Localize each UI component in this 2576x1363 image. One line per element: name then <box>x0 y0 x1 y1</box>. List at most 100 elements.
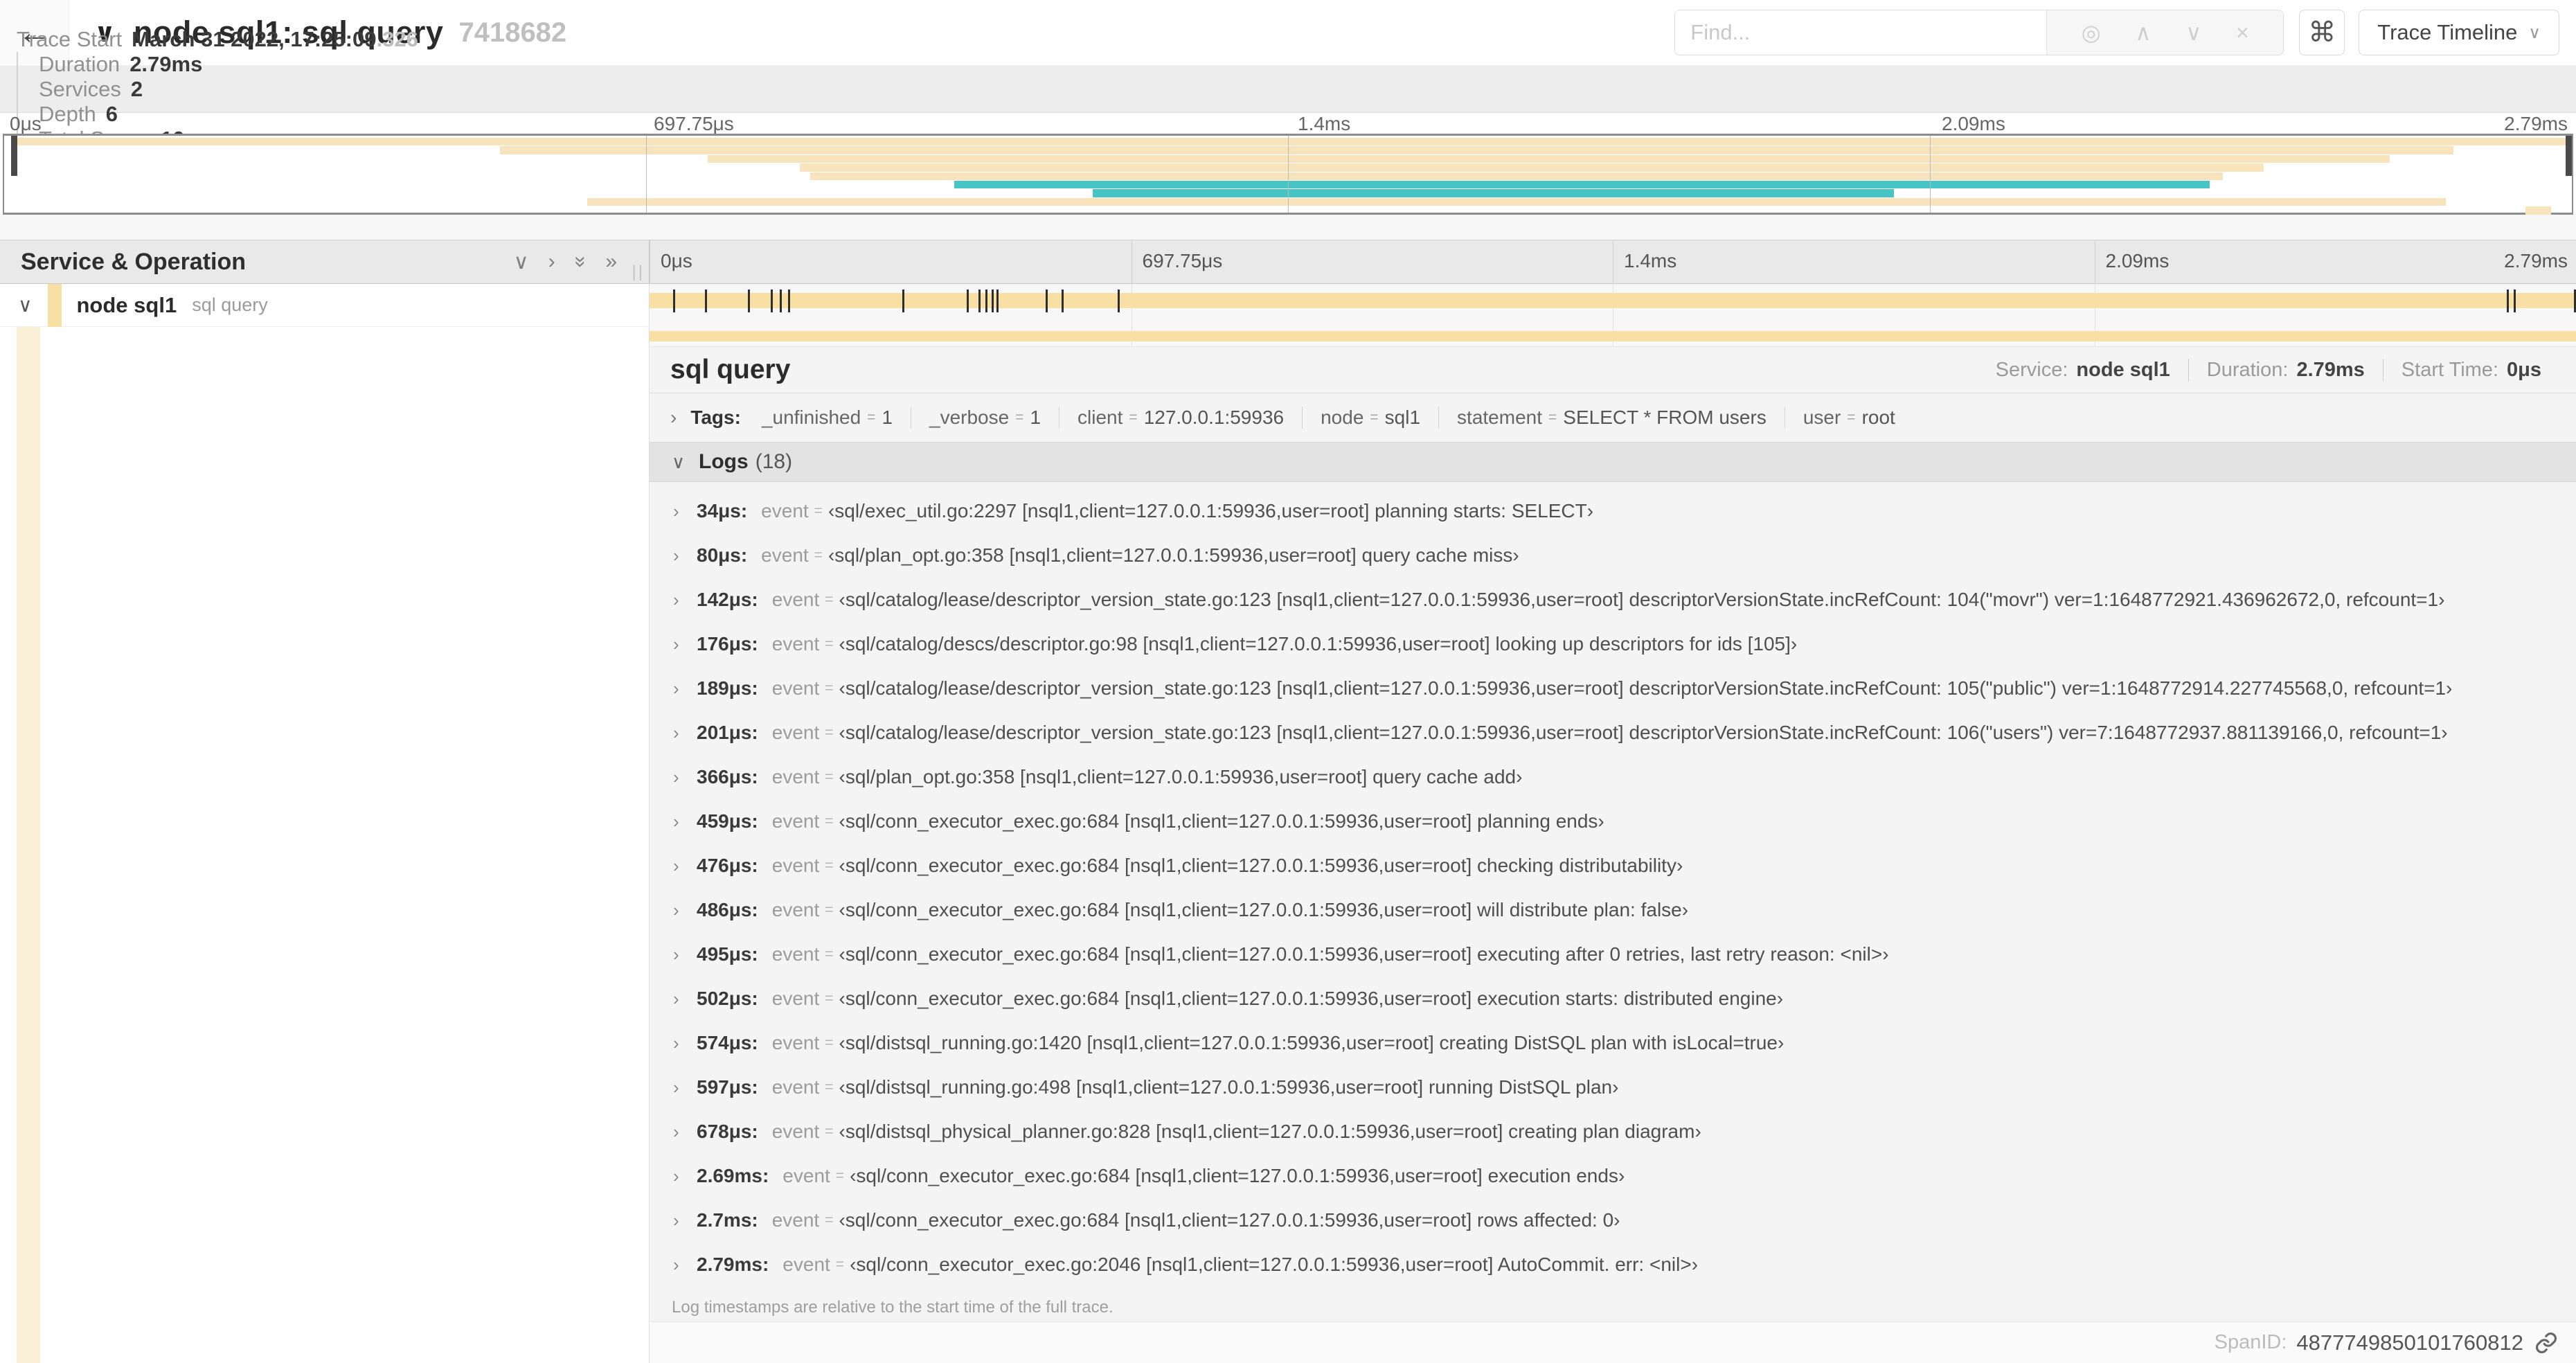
log-field-name: event <box>771 943 820 965</box>
log-expand-icon[interactable]: › <box>673 545 697 567</box>
expand-all-icon[interactable]: » <box>605 250 617 274</box>
log-row[interactable]: › 597μs: event = ‹sql/distsql_running.go… <box>650 1065 2576 1110</box>
logs-section-header[interactable]: ∨ Logs (18) <box>650 442 2576 482</box>
find-box: ◎ ∧ ∨ × <box>1674 10 2284 55</box>
span-bars-column: sql query Service: node sql1 Duration: 2… <box>650 284 2576 1363</box>
tags-label: Tags: <box>690 407 741 428</box>
log-equals: = <box>825 591 834 607</box>
span-collapse-icon[interactable]: ∨ <box>18 294 33 317</box>
log-row[interactable]: › 201μs: event = ‹sql/catalog/lease/desc… <box>650 711 2576 755</box>
collapse-all-icon[interactable]: » <box>569 256 592 268</box>
summary-value: 2.79ms <box>129 51 203 76</box>
span-row-track <box>650 284 2576 327</box>
log-expand-icon[interactable]: › <box>673 1166 697 1187</box>
column-resizer[interactable]: || <box>632 262 645 282</box>
log-field-name: event <box>771 1121 820 1142</box>
log-row[interactable]: › 2.7ms: event = ‹sql/conn_executor_exec… <box>650 1198 2576 1242</box>
collapse-one-icon[interactable]: ∨ <box>514 250 529 274</box>
tag-value: root <box>1861 407 1895 428</box>
log-expand-icon[interactable]: › <box>673 1077 697 1098</box>
tag-equals: = <box>867 409 876 425</box>
log-row[interactable]: › 502μs: event = ‹sql/conn_executor_exec… <box>650 977 2576 1021</box>
log-row[interactable]: › 486μs: event = ‹sql/conn_executor_exec… <box>650 888 2576 932</box>
log-equals: = <box>825 857 834 873</box>
log-row[interactable]: › 459μs: event = ‹sql/conn_executor_exec… <box>650 799 2576 844</box>
timeline-header-row: Service & Operation ∨ › » » || 0μs 697.7… <box>0 240 2576 284</box>
tag-equals: = <box>1015 409 1024 425</box>
minimap-tick-label: 2.79ms <box>2504 113 2568 134</box>
minimap-span-bar <box>587 197 2447 206</box>
meta-item: Service: node sql1 <box>1996 359 2188 382</box>
trace-minimap[interactable] <box>3 134 2573 215</box>
meta-value: node sql1 <box>2076 358 2170 381</box>
log-expand-icon[interactable]: › <box>673 1210 697 1231</box>
tags-expand-icon[interactable]: › <box>670 407 677 429</box>
minimap-right-handle[interactable] <box>2566 136 2572 176</box>
log-row[interactable]: › 34μs: event = ‹sql/exec_util.go:2297 [… <box>650 489 2576 533</box>
tag-item: node = sql1 <box>1302 407 1438 429</box>
log-row[interactable]: › 189μs: event = ‹sql/catalog/lease/desc… <box>650 666 2576 711</box>
minimap-span-bar <box>810 172 2223 180</box>
log-expand-icon[interactable]: › <box>673 634 697 655</box>
log-expand-icon[interactable]: › <box>673 944 697 965</box>
tag-item: _verbose = 1 <box>911 407 1059 429</box>
log-event-tick <box>704 289 707 312</box>
log-equals: = <box>825 769 834 785</box>
log-row[interactable]: › 2.79ms: event = ‹sql/conn_executor_exe… <box>650 1242 2576 1287</box>
span-service-name: node sql1 <box>76 292 177 317</box>
minimap-left-handle[interactable] <box>11 136 17 176</box>
tag-value: 1 <box>882 407 893 428</box>
minimap-tick-label: 2.09ms <box>1942 113 2005 134</box>
span-detail-header: sql query Service: node sql1 Duration: 2… <box>650 347 2576 393</box>
log-event-tick <box>2514 289 2516 312</box>
log-timestamp: 176μs: <box>697 633 758 654</box>
log-expand-icon[interactable]: › <box>673 501 697 522</box>
minimap-span-bar <box>1093 189 1895 197</box>
prev-match-icon[interactable]: ∧ <box>2135 19 2151 46</box>
keyboard-shortcuts-button[interactable]: ⌘ <box>2299 10 2345 55</box>
log-row[interactable]: › 142μs: event = ‹sql/catalog/lease/desc… <box>650 578 2576 622</box>
meta-value: 2.79ms <box>2296 358 2365 381</box>
selected-span-bar[interactable] <box>650 331 2576 341</box>
log-expand-icon[interactable]: › <box>673 1033 697 1054</box>
log-expand-icon[interactable]: › <box>673 678 697 700</box>
log-expand-icon[interactable]: › <box>673 811 697 832</box>
find-input[interactable] <box>1675 10 2047 55</box>
log-expand-icon[interactable]: › <box>673 722 697 744</box>
log-equals: = <box>825 680 834 696</box>
log-expand-icon[interactable]: › <box>673 589 697 611</box>
trace-view-selector[interactable]: Trace Timeline ∨ <box>2359 10 2559 55</box>
log-value: ‹sql/distsql_running.go:1420 [nsql1,clie… <box>839 1032 1785 1053</box>
log-expand-icon[interactable]: › <box>673 988 697 1010</box>
log-row[interactable]: › 574μs: event = ‹sql/distsql_running.go… <box>650 1021 2576 1065</box>
log-expand-icon[interactable]: › <box>673 1254 697 1276</box>
next-match-icon[interactable]: ∨ <box>2185 19 2201 46</box>
tags-section[interactable]: › Tags: _unfinished = 1 _verbose = 1 cli… <box>650 393 2576 442</box>
log-timestamp: 495μs: <box>697 943 758 965</box>
tag-key: client <box>1077 407 1123 428</box>
log-row[interactable]: › 678μs: event = ‹sql/distsql_physical_p… <box>650 1110 2576 1154</box>
log-row[interactable]: › 476μs: event = ‹sql/conn_executor_exec… <box>650 844 2576 888</box>
log-row[interactable]: › 495μs: event = ‹sql/conn_executor_exec… <box>650 932 2576 977</box>
log-row[interactable]: › 2.69ms: event = ‹sql/conn_executor_exe… <box>650 1154 2576 1198</box>
log-row[interactable]: › 80μs: event = ‹sql/plan_opt.go:358 [ns… <box>650 533 2576 578</box>
clear-search-icon[interactable]: × <box>2236 20 2249 46</box>
span-duration-bar[interactable] <box>650 293 2576 308</box>
log-field-name: event <box>771 1032 820 1053</box>
log-event-tick <box>2507 289 2510 312</box>
deep-link-icon[interactable] <box>2534 1331 2558 1355</box>
minimap-tick-label: 0μs <box>10 113 42 134</box>
log-row[interactable]: › 366μs: event = ‹sql/plan_opt.go:358 [n… <box>650 755 2576 799</box>
focus-match-icon[interactable]: ◎ <box>2082 19 2101 46</box>
log-value: ‹sql/catalog/lease/descriptor_version_st… <box>839 589 2445 610</box>
logs-collapse-icon[interactable]: ∨ <box>672 452 685 473</box>
log-expand-icon[interactable]: › <box>673 900 697 921</box>
timeline-ruler: 0μs 697.75μs 1.4ms 2.09ms 2.79ms <box>650 240 2576 283</box>
span-row-label[interactable]: ∨ node sql1 sql query <box>0 283 649 327</box>
log-row[interactable]: › 176μs: event = ‹sql/catalog/descs/desc… <box>650 622 2576 666</box>
expand-one-icon[interactable]: › <box>548 250 555 274</box>
log-expand-icon[interactable]: › <box>673 1121 697 1143</box>
log-expand-icon[interactable]: › <box>673 855 697 877</box>
log-event-tick <box>788 289 791 312</box>
log-expand-icon[interactable]: › <box>673 767 697 788</box>
